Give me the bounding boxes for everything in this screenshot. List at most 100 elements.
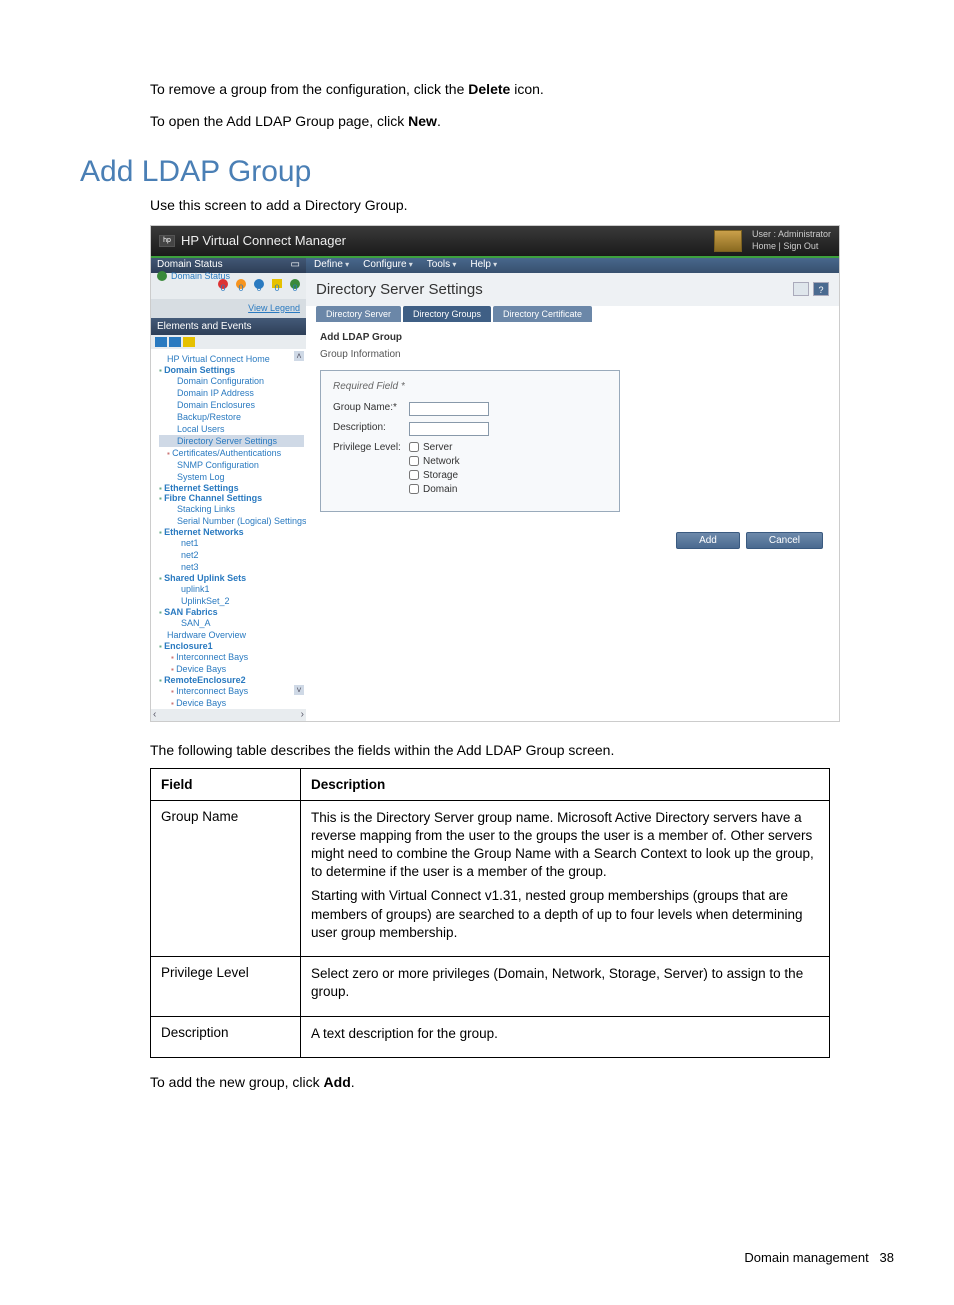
cell-field: Group Name — [151, 800, 301, 957]
scroll-up-icon[interactable]: ˄ — [294, 351, 304, 361]
tree-item[interactable]: SAN Fabrics — [159, 607, 304, 617]
page-title: Add LDAP Group — [80, 155, 894, 189]
page-subtext: Use this screen to add a Directory Group… — [150, 197, 894, 213]
priv-domain[interactable]: Domain — [409, 484, 460, 495]
description-input[interactable] — [409, 422, 489, 436]
tree-item[interactable]: net3 — [159, 561, 304, 573]
tree-item[interactable]: Ethernet Networks — [159, 527, 304, 537]
intro-p2a: To open the Add LDAP Group page, click — [150, 113, 408, 129]
tree-collapse-icon[interactable] — [169, 337, 181, 347]
count-2: 0 — [254, 283, 264, 293]
home-link[interactable]: Home — [752, 241, 776, 251]
nav-tree[interactable]: ˄ ˅ HP Virtual Connect HomeDomain Settin… — [151, 349, 306, 709]
domain-status-label: Domain Status — [157, 259, 223, 270]
tree-item[interactable]: Backup/Restore — [159, 411, 304, 423]
intro-line-1: To remove a group from the configuration… — [150, 80, 894, 100]
tree-item[interactable]: Serial Number (Logical) Settings — [159, 515, 304, 527]
tree-item[interactable]: Device Bays — [159, 697, 304, 709]
footer-section: Domain management — [744, 1250, 868, 1265]
tree-item[interactable]: Fibre Channel Settings — [159, 493, 304, 503]
tree-item[interactable]: Directory Server Settings — [159, 435, 304, 447]
tree-item[interactable]: uplink1 — [159, 583, 304, 595]
tree-item[interactable]: Certificates/Authentications — [159, 447, 304, 459]
tree-item[interactable]: Hardware Overview — [159, 629, 304, 641]
menu-configure[interactable]: Configure — [363, 259, 413, 270]
table-row: Privilege LevelSelect zero or more privi… — [151, 957, 830, 1016]
tree-item[interactable]: Domain Configuration — [159, 375, 304, 387]
intro-line-2: To open the Add LDAP Group page, click N… — [150, 112, 894, 132]
count-4: 0 — [290, 283, 300, 293]
priv-server[interactable]: Server — [409, 442, 460, 453]
th-description: Description — [301, 768, 830, 800]
print-icon[interactable] — [793, 282, 809, 296]
tab-directory-certificate[interactable]: Directory Certificate — [493, 306, 592, 322]
tree-item[interactable]: Device Bays — [159, 663, 304, 675]
tree-item[interactable]: UplinkSet_2 — [159, 595, 304, 607]
tree-item[interactable]: Interconnect Bays — [159, 651, 304, 663]
intro-block: To remove a group from the configuration… — [150, 80, 894, 131]
tab-directory-groups[interactable]: Directory Groups — [403, 306, 491, 322]
domain-ok-icon — [157, 271, 167, 281]
priv-label-network: Network — [423, 456, 460, 467]
tree-item[interactable]: Ethernet Settings — [159, 483, 304, 493]
group-name-input[interactable] — [409, 402, 489, 416]
priv-label-server: Server — [423, 442, 452, 453]
tree-item[interactable]: Domain Settings — [159, 365, 304, 375]
menu-help[interactable]: Help — [470, 259, 497, 270]
priv-checkbox-storage[interactable] — [409, 470, 419, 480]
priv-checkbox-network[interactable] — [409, 456, 419, 466]
tab-directory-server[interactable]: Directory Server — [316, 306, 401, 322]
sidebar: Domain Status ▭ Domain Status 0 0 — [151, 256, 306, 721]
tree-expand-icon[interactable] — [155, 337, 167, 347]
menu-tools[interactable]: Tools — [427, 259, 457, 270]
view-legend-link[interactable]: View Legend — [248, 303, 300, 313]
tree-item[interactable]: Domain Enclosures — [159, 399, 304, 411]
count-3: 0 — [272, 283, 282, 293]
count-0: 0 — [218, 283, 228, 293]
user-label: User : Administrator — [752, 229, 831, 241]
tree-item[interactable]: Domain IP Address — [159, 387, 304, 399]
table-intro: The following table describes the fields… — [150, 742, 894, 758]
app-title: HP Virtual Connect Manager — [181, 233, 346, 248]
priv-checkbox-domain[interactable] — [409, 484, 419, 494]
form-title: Add LDAP Group — [320, 332, 825, 343]
tree-item[interactable]: Enclosure1 — [159, 641, 304, 651]
tree-item[interactable]: SNMP Configuration — [159, 459, 304, 471]
description-label: Description: — [333, 422, 403, 433]
privilege-group: Server Network Storage Domain — [409, 442, 460, 495]
menu-define[interactable]: Define — [314, 259, 349, 270]
tree-item[interactable]: Local Users — [159, 423, 304, 435]
tree-item[interactable]: SAN_A — [159, 617, 304, 629]
tree-item[interactable]: net2 — [159, 549, 304, 561]
scroll-down-icon[interactable]: ˅ — [294, 685, 304, 695]
tree-item[interactable]: net1 — [159, 537, 304, 549]
help-icon[interactable]: ? — [813, 282, 829, 296]
page-footer: Domain management 38 — [80, 1250, 894, 1265]
priv-network[interactable]: Network — [409, 456, 460, 467]
tree-item[interactable]: RemoteEnclosure2 — [159, 675, 304, 685]
priv-checkbox-server[interactable] — [409, 442, 419, 452]
tree-item[interactable]: HP Virtual Connect Home — [159, 353, 304, 365]
after-b: Add — [324, 1074, 351, 1090]
delete-word: Delete — [468, 81, 510, 97]
signout-link[interactable]: Sign Out — [783, 241, 818, 251]
cell-field: Description — [151, 1016, 301, 1057]
priv-label-storage: Storage — [423, 470, 458, 481]
table-row: DescriptionA text description for the gr… — [151, 1016, 830, 1057]
emblem-icon — [714, 230, 742, 252]
cell-field: Privilege Level — [151, 957, 301, 1016]
tree-item[interactable]: Shared Uplink Sets — [159, 573, 304, 583]
add-button[interactable]: Add — [676, 532, 740, 549]
footer-page: 38 — [880, 1250, 894, 1265]
cancel-button[interactable]: Cancel — [746, 532, 823, 549]
tree-hscroll[interactable]: ‹› — [151, 709, 306, 721]
collapse-icon[interactable]: ▭ — [291, 259, 300, 270]
elements-events-label: Elements and Events — [157, 321, 252, 332]
priv-storage[interactable]: Storage — [409, 470, 460, 481]
form-box: Required Field * Group Name:* Descriptio… — [320, 370, 620, 512]
tree-misc-icon[interactable] — [183, 337, 195, 347]
tree-item[interactable]: Interconnect Bays — [159, 685, 304, 697]
menu-bar: Define Configure Tools Help — [306, 256, 839, 273]
tree-item[interactable]: Stacking Links — [159, 503, 304, 515]
tree-item[interactable]: System Log — [159, 471, 304, 483]
